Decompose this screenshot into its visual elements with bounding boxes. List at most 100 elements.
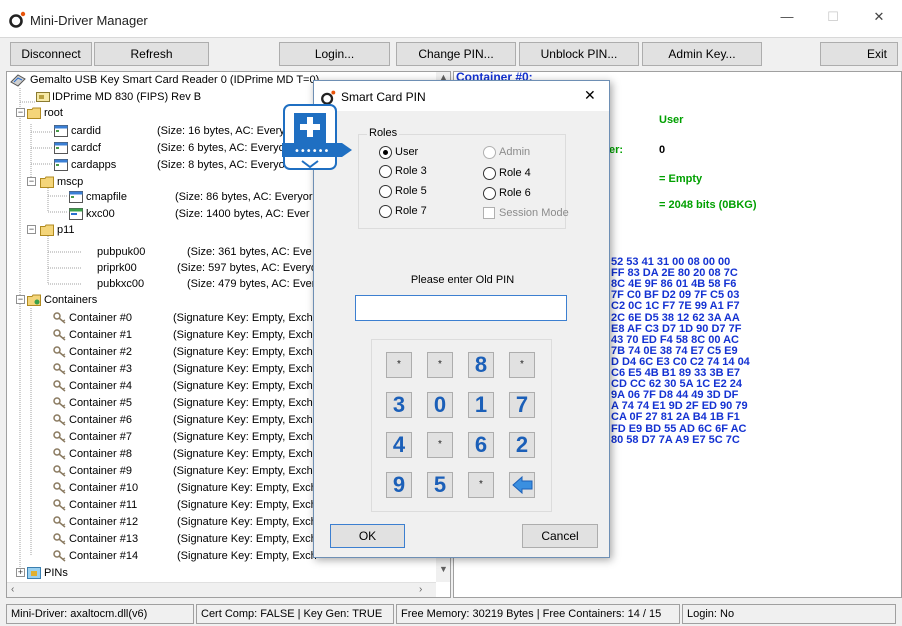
keypad-key-4[interactable]: 4 (386, 432, 412, 458)
detail-user: User (659, 114, 684, 126)
status-comp: Cert Comp: FALSE | Key Gen: TRUE (196, 604, 394, 624)
container-key-icon (53, 397, 66, 409)
container-name[interactable]: Container #2 (69, 344, 132, 360)
cancel-button[interactable]: Cancel (522, 524, 598, 548)
container-key-icon (53, 499, 66, 511)
card-label[interactable]: IDPrime MD 830 (FIPS) Rev B (52, 89, 201, 105)
container-name[interactable]: Container #11 (69, 497, 137, 513)
container-name[interactable]: Container #4 (69, 378, 132, 394)
container-info: (Signature Key: Empty, Excha (173, 380, 319, 392)
keypad-key-masked[interactable]: * (427, 352, 453, 378)
container-key-icon (53, 431, 66, 443)
keypad-key-8[interactable]: 8 (468, 352, 494, 378)
container-name[interactable]: Container #3 (69, 361, 132, 377)
keypad-key-1[interactable]: 1 (468, 392, 494, 418)
close-button[interactable]: ✕ (856, 0, 902, 34)
file-info: (Size: 479 bytes, AC: Ever (187, 278, 316, 290)
detail-bits: = 2048 bits (0BKG) (659, 199, 757, 211)
refresh-button[interactable]: Refresh (94, 42, 209, 66)
file-name[interactable]: cardcf (71, 140, 101, 156)
keypad-key-masked[interactable]: * (509, 352, 535, 378)
unblock-pin-button[interactable]: Unblock PIN... (519, 42, 639, 66)
admin-key-button[interactable]: Admin Key... (642, 42, 762, 66)
disconnect-button[interactable]: Disconnect (10, 42, 92, 66)
expand-pins-toggle[interactable]: + (16, 568, 25, 577)
collapse-p11-toggle[interactable]: − (27, 225, 36, 234)
collapse-containers-toggle[interactable]: − (16, 295, 25, 304)
status-login: Login: No (682, 604, 896, 624)
container-info: (Signature Key: Empty, Excha (173, 448, 319, 460)
container-name[interactable]: Container #7 (69, 429, 132, 445)
container-key-icon (53, 312, 66, 324)
keypad-key-7[interactable]: 7 (509, 392, 535, 418)
folder-icon (40, 224, 54, 236)
keypad-key-masked[interactable]: * (386, 352, 412, 378)
collapse-mscp-toggle[interactable]: − (27, 177, 36, 186)
change-pin-button[interactable]: Change PIN... (396, 42, 516, 66)
container-name[interactable]: Container #10 (69, 480, 138, 496)
scroll-left-icon[interactable]: ‹ (11, 584, 14, 595)
pin-shield-icon: •••••• (282, 104, 352, 170)
detail-empty: = Empty (659, 173, 703, 185)
file-info: (Size: 16 bytes, AC: Every (157, 125, 285, 137)
container-name[interactable]: Container #13 (69, 531, 138, 547)
container-name[interactable]: Container #5 (69, 395, 132, 411)
file-name[interactable]: pubkxc00 (97, 276, 144, 292)
app-logo-icon (9, 11, 26, 28)
keypad-key-2[interactable]: 2 (509, 432, 535, 458)
pin-keypad: * * 8 * 3 0 1 7 4 * 6 2 9 5 * (371, 339, 552, 512)
scroll-down-icon[interactable]: ▼ (439, 564, 448, 574)
minimize-button[interactable]: — (764, 0, 810, 34)
keypad-key-9[interactable]: 9 (386, 472, 412, 498)
keypad-key-masked[interactable]: * (468, 472, 494, 498)
status-memory: Free Memory: 30219 Bytes | Free Containe… (396, 604, 680, 624)
reader-label[interactable]: Gemalto USB Key Smart Card Reader 0 (IDP… (30, 72, 319, 88)
keypad-key-0[interactable]: 0 (427, 392, 453, 418)
container-name[interactable]: Container #9 (69, 463, 132, 479)
container-info: (Signature Key: Empty, Excha (173, 397, 319, 409)
keypad-key-masked[interactable]: * (427, 432, 453, 458)
file-icon (54, 125, 68, 137)
file-info: (Size: 8 bytes, AC: Everyo (157, 159, 285, 171)
pin-input[interactable] (355, 295, 567, 321)
file-name[interactable]: cardid (71, 123, 101, 139)
container-name[interactable]: Container #14 (69, 548, 138, 564)
p11-label[interactable]: p11 (57, 222, 75, 238)
keypad-backspace-key[interactable] (509, 472, 535, 498)
status-driver: Mini-Driver: axaltocm.dll(v6) (6, 604, 194, 624)
keypad-key-6[interactable]: 6 (468, 432, 494, 458)
file-name[interactable]: cmapfile (86, 189, 127, 205)
container-key-icon (53, 516, 66, 528)
collapse-root-toggle[interactable]: − (16, 108, 25, 117)
tree-horizontal-scrollbar[interactable]: ‹ › (7, 582, 436, 597)
maximize-button[interactable]: ☐ (810, 0, 856, 34)
file-icon (54, 159, 68, 171)
exit-button[interactable]: Exit (820, 42, 898, 66)
file-icon (54, 142, 68, 154)
container-name[interactable]: Container #0 (69, 310, 132, 326)
containers-label[interactable]: Containers (44, 292, 97, 308)
title-bar: Mini-Driver Manager — ☐ ✕ (0, 0, 902, 38)
file-name[interactable]: kxc00 (86, 206, 115, 222)
file-name[interactable]: priprk00 (97, 260, 137, 276)
dialog-close-button[interactable]: ✕ (584, 87, 596, 104)
pins-label[interactable]: PINs (44, 565, 68, 581)
container-name[interactable]: Container #12 (69, 514, 138, 530)
login-button[interactable]: Login... (279, 42, 390, 66)
pin-prompt: Please enter Old PIN (410, 274, 515, 286)
key-file-icon (69, 208, 83, 220)
file-name[interactable]: cardapps (71, 157, 116, 173)
scroll-right-icon[interactable]: › (419, 584, 422, 595)
container-key-icon (53, 329, 66, 341)
keypad-key-5[interactable]: 5 (427, 472, 453, 498)
root-label[interactable]: root (44, 105, 63, 121)
file-name[interactable]: pubpuk00 (97, 244, 145, 260)
containers-folder-icon (27, 294, 41, 306)
container-key-icon (53, 533, 66, 545)
ok-button[interactable]: OK (330, 524, 405, 548)
keypad-key-3[interactable]: 3 (386, 392, 412, 418)
container-name[interactable]: Container #6 (69, 412, 132, 428)
container-name[interactable]: Container #8 (69, 446, 132, 462)
mscp-label[interactable]: mscp (57, 174, 83, 190)
container-name[interactable]: Container #1 (69, 327, 132, 343)
